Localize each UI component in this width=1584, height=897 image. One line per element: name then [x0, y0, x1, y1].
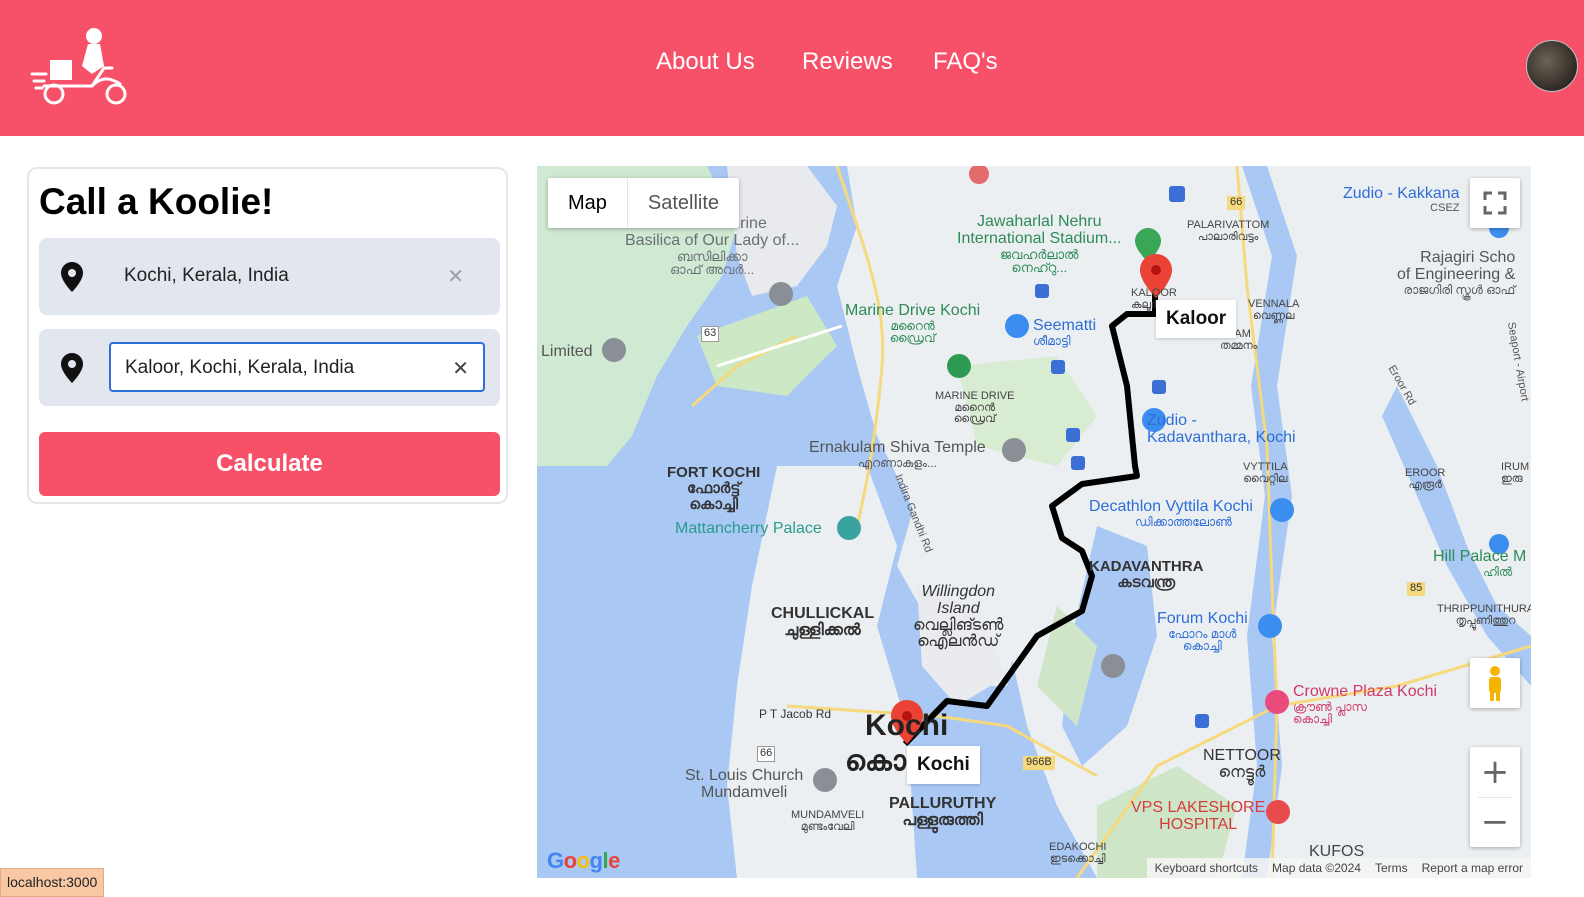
main-nav: About Us Reviews FAQ's [0, 48, 1584, 84]
pegman-icon [1489, 666, 1501, 701]
highway-shield-66: 66 [757, 746, 776, 762]
map-label: Zudio - Kakkana CSEZ [1343, 185, 1460, 214]
map-label: FORT KOCHI ഫോർട്ട് കൊച്ചി [667, 464, 761, 513]
route-map[interactable]: National ShrineBasilica of Our Lady of..… [537, 166, 1531, 878]
map-label: Crowne Plaza Kochi ക്രൗൺ പ്ലാസ കൊച്ചി [1293, 683, 1438, 727]
zoom-control: + − [1470, 747, 1520, 847]
origin-input-value: Kochi, Kerala, India [124, 265, 289, 286]
map-label: VPS LAKESHORE HOSPITAL [1131, 799, 1266, 833]
nav-faqs[interactable]: FAQ's [933, 48, 998, 76]
calculate-button[interactable]: Calculate [39, 432, 500, 496]
origin-input[interactable]: Kochi, Kerala, India ✕ [109, 251, 485, 301]
map-label: NETTOOR നെട്ടൂർ [1203, 747, 1281, 781]
highway-shield-85: 85 [1407, 582, 1426, 596]
map-label: Seematti ശീമാട്ടി [1033, 317, 1097, 348]
location-pin-icon [61, 353, 83, 383]
browser-status-bar: localhost:3000 [0, 868, 105, 897]
map-label: VENNALA വെണ്ണല [1248, 298, 1300, 322]
report-error-link[interactable]: Report a map error [1422, 858, 1523, 878]
destination-input[interactable]: Kaloor, Kochi, Kerala, India ✕ [109, 342, 485, 392]
map-label: Limited [541, 343, 593, 360]
zoom-out-button[interactable]: − [1470, 798, 1520, 847]
map-label: PALARIVATTOM പാലാരിവട്ടം [1187, 219, 1270, 243]
map-footer: Keyboard shortcuts Map data ©2024 Terms … [1146, 858, 1531, 878]
destination-input-value: Kaloor, Kochi, Kerala, India [125, 357, 355, 378]
highway-shield-66: 66 [1227, 196, 1246, 210]
map-label: കൊ [845, 745, 906, 776]
nav-reviews[interactable]: Reviews [802, 48, 893, 76]
map-label: P T Jacob Rd [759, 707, 832, 721]
google-logo: Google [547, 848, 620, 873]
map-label: St. Louis Church Mundamveli [685, 767, 804, 801]
terms-link[interactable]: Terms [1375, 858, 1408, 878]
map-label: Willingdon Island വെല്ലിങ്ടൺ ഐലൻഡ് [913, 583, 1004, 651]
map-label: Marine Drive Kochi മറൈൻ ഡ്രൈവ് [845, 302, 981, 346]
map-label: Hill Palace M ഹിൽ [1433, 548, 1527, 579]
clear-origin-icon[interactable]: ✕ [447, 252, 464, 300]
map-label: THRIPPUNITHURA തൃപ്പൂണിത്തുറ [1437, 603, 1531, 627]
clear-destination-icon[interactable]: ✕ [452, 344, 469, 392]
map-type-control: Map Satellite [548, 178, 740, 228]
user-avatar[interactable] [1526, 40, 1578, 92]
map-label: KADAVANTHRA കടവന്ത്ര [1089, 558, 1204, 591]
map-label: Forum Kochi ഫോറം മാൾ കൊച്ചി [1157, 610, 1248, 654]
route-end-label: Kaloor [1156, 300, 1237, 338]
map-data-attribution: Map data ©2024 [1272, 861, 1361, 875]
route-start-label: Kochi [907, 746, 980, 784]
map-type-satellite-button[interactable]: Satellite [626, 178, 739, 228]
map-label: IRUM ഇരു [1501, 461, 1530, 485]
map-label: EROOR എരൂർ [1405, 467, 1446, 491]
location-pin-icon [61, 262, 83, 292]
map-label: Decathlon Vyttila Kochi ഡിക്കാത്തലോൺ [1089, 498, 1253, 529]
call-koolie-panel: Call a Koolie! Kochi, Kerala, India ✕ Ka… [27, 167, 508, 504]
map-label: EDAKOCHI ഇടക്കൊച്ചി [1049, 841, 1107, 865]
map-label: MUNDAMVELI മുണ്ടംവേലി [791, 809, 865, 833]
map-label: CHULLICKAL ചുള്ളിക്കൽ [771, 605, 875, 639]
map-label: Rajagiri Scho of Engineering & രാജഗിരി സ്… [1397, 249, 1516, 297]
map-label: PALLURUTHY പള്ളുരുത്തി [889, 795, 997, 829]
map-label: MARINE DRIVE മറൈൻ ഡ്രൈവ് [935, 390, 1015, 426]
map-label: Kochi [865, 709, 949, 742]
map-label: Jawaharlal Nehru International Stadium...… [957, 213, 1122, 276]
panel-title: Call a Koolie! [39, 181, 274, 222]
origin-field-row: Kochi, Kerala, India ✕ [39, 238, 500, 315]
highway-shield-966b: 966B [1023, 756, 1055, 770]
map-label: VYTTILA വൈറ്റില [1243, 461, 1288, 485]
highway-shield-63: 63 [701, 326, 720, 342]
map-label: Mattancherry Palace [675, 520, 822, 537]
map-label: Zudio - Kadavanthara, Kochi [1147, 412, 1296, 446]
fullscreen-icon [1483, 191, 1507, 215]
zoom-in-button[interactable]: + [1470, 747, 1520, 797]
destination-field-row: Kaloor, Kochi, Kerala, India ✕ [39, 329, 500, 406]
map-label: Ernakulam Shiva Temple എറണാകുളം... [809, 439, 986, 470]
top-header: About Us Reviews FAQ's [0, 0, 1584, 136]
street-view-pegman[interactable] [1470, 658, 1520, 708]
map-type-map-button[interactable]: Map [548, 178, 627, 228]
fullscreen-button[interactable] [1470, 178, 1520, 228]
keyboard-shortcuts-link[interactable]: Keyboard shortcuts [1155, 858, 1258, 878]
nav-about-us[interactable]: About Us [656, 48, 755, 76]
